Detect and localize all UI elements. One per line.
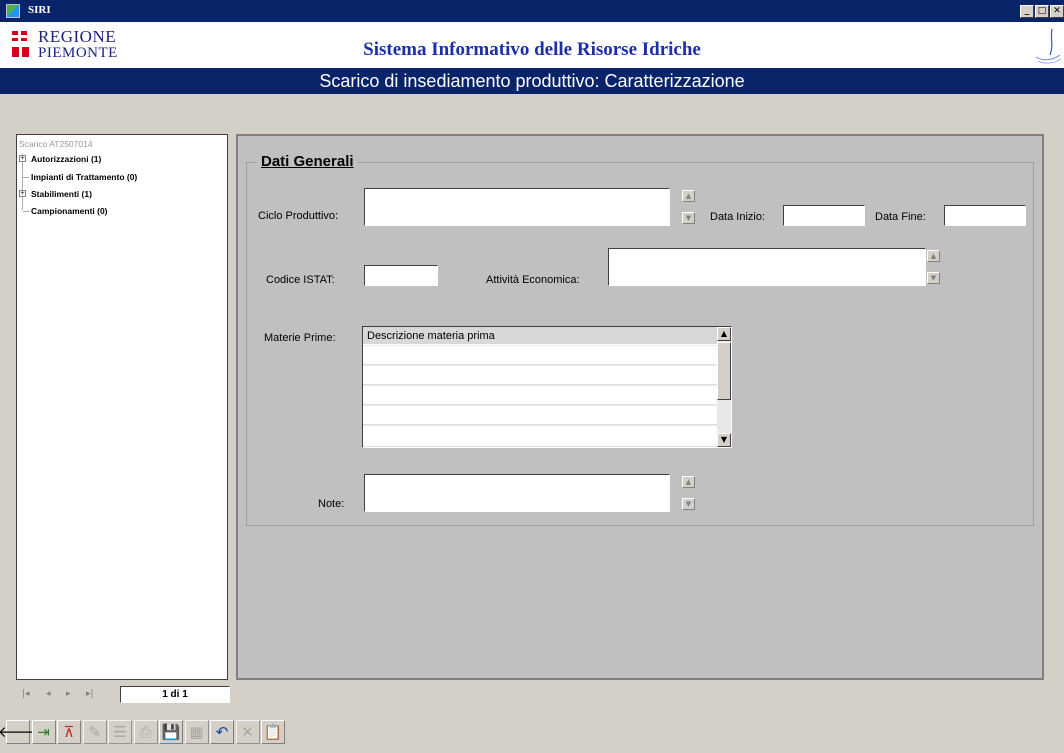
navigation-tree: Scarico AT2507014 + Autorizzazioni (1) I… bbox=[16, 134, 228, 680]
note-field[interactable] bbox=[364, 474, 670, 512]
hierarchy-icon: ⊼ bbox=[63, 722, 75, 741]
data-inizio-label: Data Inizio: bbox=[710, 211, 766, 223]
scroll-up-icon[interactable]: ▲ bbox=[717, 327, 731, 341]
close-button[interactable]: ✕ bbox=[1050, 5, 1064, 18]
door-exit-icon: ⇥ bbox=[37, 722, 50, 741]
scroll-up-icon[interactable]: ▲ bbox=[927, 250, 940, 262]
tree-root[interactable]: Scarico AT2507014 bbox=[19, 139, 93, 149]
grid-row[interactable] bbox=[363, 346, 717, 365]
back-button[interactable]: 🡐 bbox=[0, 720, 38, 744]
note-scrollbar[interactable]: ▲ ▼ bbox=[682, 476, 695, 511]
grid-scrollbar[interactable]: ▲ ▼ bbox=[717, 327, 731, 447]
bottom-toolbar: 🡐 ⇥ ⊼ ✎ ☰ ⎙ 💾 ▦ ↶ ✕ 📋 bbox=[0, 712, 1064, 753]
scroll-thumb[interactable] bbox=[717, 342, 731, 400]
undo-icon: ↶ bbox=[215, 722, 229, 741]
page-subtitle: Scarico di insediamento produttivo: Cara… bbox=[0, 68, 1064, 94]
grid-column-header[interactable]: Descrizione materia prima bbox=[363, 327, 717, 345]
tree-icon: ☰ bbox=[113, 722, 127, 741]
scroll-up-icon[interactable]: ▲ bbox=[682, 476, 695, 488]
previous-record-icon[interactable]: ◂ bbox=[46, 689, 51, 699]
floppy-disk-icon: 💾 bbox=[161, 722, 181, 741]
maximize-button[interactable]: □ bbox=[1035, 5, 1049, 18]
delete-x-icon: ✕ bbox=[241, 722, 254, 741]
tree-item-autorizzazioni[interactable]: Autorizzazioni (1) bbox=[31, 154, 101, 164]
note-label: Note: bbox=[318, 498, 345, 510]
tree-line bbox=[23, 177, 29, 178]
tree-line bbox=[22, 154, 23, 210]
grid-row[interactable] bbox=[363, 426, 717, 447]
window-controls: _ □ ✕ bbox=[1020, 5, 1064, 18]
tree-line bbox=[23, 211, 29, 212]
scroll-down-icon[interactable]: ▼ bbox=[717, 433, 731, 447]
table-icon: ▦ bbox=[189, 722, 204, 741]
scroll-down-icon[interactable]: ▼ bbox=[927, 272, 940, 284]
codice-istat-label: Codice ISTAT: bbox=[266, 274, 335, 286]
tree-item-stabilimenti[interactable]: Stabilimenti (1) bbox=[31, 189, 92, 199]
expand-icon[interactable]: + bbox=[19, 155, 26, 162]
scroll-up-icon[interactable]: ▲ bbox=[682, 190, 695, 202]
undo-button[interactable]: ↶ bbox=[210, 720, 234, 744]
first-record-icon[interactable]: |◂ bbox=[22, 689, 30, 699]
table-button[interactable]: ▦ bbox=[184, 720, 209, 744]
edit-icon: ✎ bbox=[88, 722, 101, 741]
grid-row[interactable] bbox=[363, 366, 717, 385]
minimize-button[interactable]: _ bbox=[1020, 5, 1034, 18]
main-form-panel: Dati Generali Ciclo Produttivo: ▲ ▼ Data… bbox=[236, 134, 1044, 680]
attivita-economica-label: Attività Economica: bbox=[486, 274, 580, 286]
grid-row[interactable] bbox=[363, 386, 717, 405]
grid-row[interactable] bbox=[363, 406, 717, 425]
delete-button[interactable]: ✕ bbox=[235, 720, 260, 744]
scroll-down-icon[interactable]: ▼ bbox=[682, 498, 695, 510]
app-header: REGIONE PIEMONTE Sistema Informativo del… bbox=[0, 22, 1064, 68]
print-icon: ⎙ bbox=[139, 722, 152, 741]
attivita-economica-field[interactable] bbox=[608, 248, 926, 286]
print-button[interactable]: ⎙ bbox=[133, 720, 158, 744]
attivita-economica-scrollbar[interactable]: ▲ ▼ bbox=[927, 250, 940, 285]
materie-prime-label: Materie Prime: bbox=[264, 332, 336, 344]
scroll-down-icon[interactable]: ▼ bbox=[682, 212, 695, 224]
save-button[interactable]: 💾 bbox=[159, 720, 183, 744]
ciclo-produttivo-label: Ciclo Produttivo: bbox=[258, 210, 339, 222]
tree-button[interactable]: ☰ bbox=[108, 720, 132, 744]
materie-prime-grid[interactable]: Descrizione materia prima ▲ ▼ bbox=[362, 326, 732, 448]
next-record-icon[interactable]: ▸ bbox=[66, 689, 71, 699]
expand-icon[interactable]: + bbox=[19, 190, 26, 197]
hierarchy-button[interactable]: ⊼ bbox=[57, 720, 81, 744]
dati-generali-group: Dati Generali Ciclo Produttivo: ▲ ▼ Data… bbox=[246, 153, 1034, 526]
record-navigator: |◂ ◂ ▸ ▸| 1 di 1 bbox=[16, 686, 236, 706]
data-inizio-field[interactable] bbox=[783, 205, 865, 226]
clipboard-icon: 📋 bbox=[263, 722, 283, 741]
window-titlebar: SIRI _ □ ✕ bbox=[0, 0, 1064, 22]
window-title: SIRI bbox=[28, 4, 51, 16]
group-title: Dati Generali bbox=[257, 153, 358, 170]
last-record-icon[interactable]: ▸| bbox=[86, 689, 94, 699]
page-indicator: 1 di 1 bbox=[120, 686, 230, 703]
tree-item-impianti[interactable]: Impianti di Trattamento (0) bbox=[31, 172, 137, 182]
tree-item-campionamenti[interactable]: Campionamenti (0) bbox=[31, 206, 108, 216]
app-icon bbox=[6, 4, 20, 18]
data-fine-field[interactable] bbox=[944, 205, 1026, 226]
exit-button[interactable]: ⇥ bbox=[31, 720, 56, 744]
water-logo-icon bbox=[1035, 28, 1062, 64]
codice-istat-field[interactable] bbox=[364, 265, 438, 286]
edit-button[interactable]: ✎ bbox=[82, 720, 107, 744]
data-fine-label: Data Fine: bbox=[875, 211, 926, 223]
ciclo-produttivo-scrollbar[interactable]: ▲ ▼ bbox=[682, 190, 695, 225]
ciclo-produttivo-field[interactable] bbox=[364, 188, 670, 226]
app-title: Sistema Informativo delle Risorse Idrich… bbox=[363, 39, 701, 60]
clipboard-button[interactable]: 📋 bbox=[261, 720, 285, 744]
